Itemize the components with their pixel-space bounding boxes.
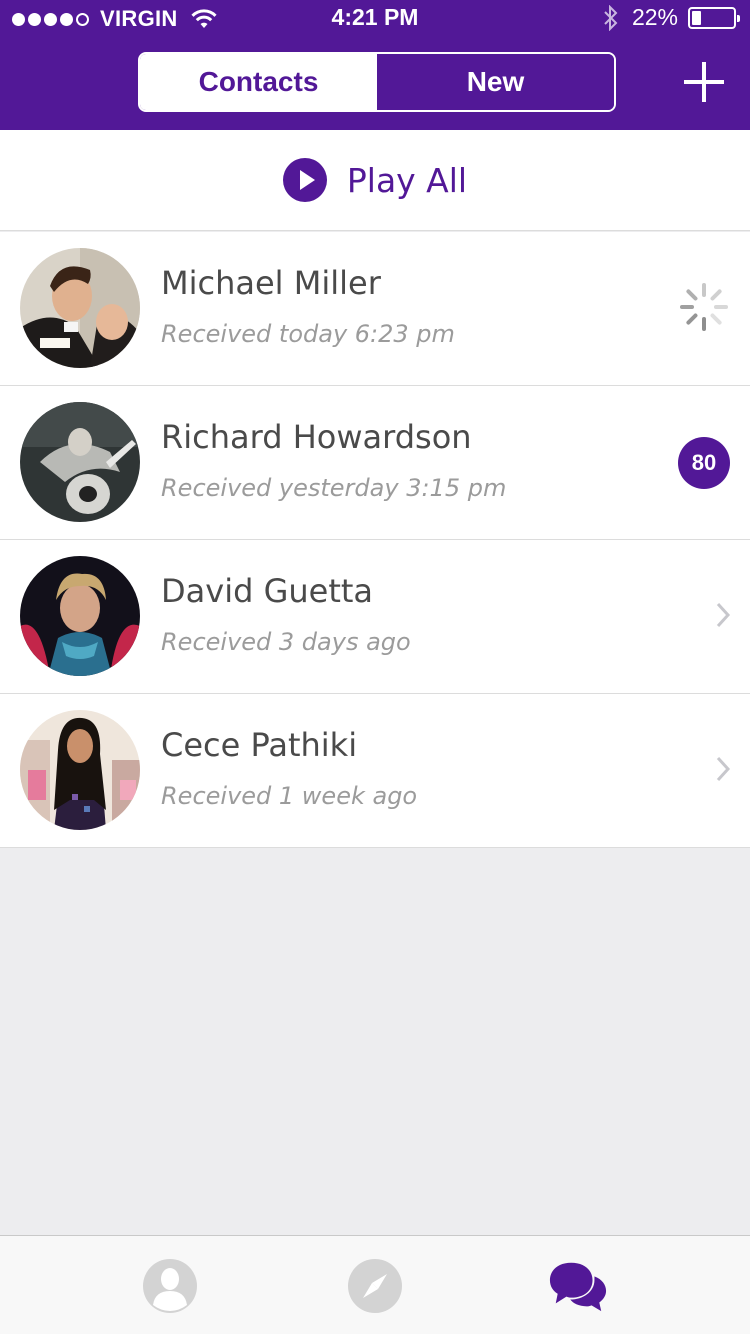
play-circle-icon [282,158,327,202]
contact-name: Richard Howardson [161,418,472,456]
received-time: Received today 6:23 pm [161,320,455,348]
avatar [20,402,140,522]
status-bar: VIRGIN 4:21 PM 22% [0,0,750,40]
chevron-right-icon [716,602,731,627]
list-item[interactable]: Cece Pathiki Received 1 week ago [0,694,750,848]
play-all-button[interactable]: Play All [0,130,750,231]
row-status [714,755,731,787]
contact-name: Cece Pathiki [161,726,358,764]
loading-spinner-icon [680,282,728,331]
received-time: Received 3 days ago [161,628,411,656]
avatar [20,556,140,676]
row-status [678,281,730,337]
battery-icon [688,6,740,29]
segmented-control: Contacts New [138,52,616,112]
compass-icon [348,1259,402,1313]
chat-bubbles-icon [549,1262,607,1312]
tab-explore[interactable] [345,1256,405,1316]
list-item[interactable]: Michael Miller Received today 6:23 pm [0,232,750,386]
battery-fill [692,10,701,25]
profile-icon [143,1259,197,1313]
tab-profile[interactable] [140,1256,200,1316]
app-header: VIRGIN 4:21 PM 22% Contacts New [0,0,750,130]
status-right: 22% [602,4,740,31]
battery-percent: 22% [631,4,678,30]
avatar [20,248,140,368]
list-item[interactable]: Richard Howardson Received yesterday 3:1… [0,386,750,540]
tab-bar [0,1235,750,1334]
row-status [714,601,731,633]
segment-new[interactable]: New [377,54,614,110]
segment-contacts[interactable]: Contacts [140,54,377,110]
received-time: Received yesterday 3:15 pm [161,474,507,502]
new-count-badge: 80 [678,436,730,489]
row-status: 80 [678,436,730,489]
contact-list: Michael Miller Received today 6:23 pm Ri… [0,232,750,848]
contact-name: Michael Miller [161,264,381,302]
contact-name: David Guetta [161,572,374,610]
bluetooth-icon [604,4,618,31]
avatar [20,710,140,830]
play-all-label: Play All [346,160,468,200]
plus-icon[interactable] [682,60,726,104]
tab-messages[interactable] [548,1256,608,1316]
chevron-right-icon [716,756,731,781]
list-item[interactable]: David Guetta Received 3 days ago [0,540,750,694]
received-time: Received 1 week ago [161,782,418,810]
